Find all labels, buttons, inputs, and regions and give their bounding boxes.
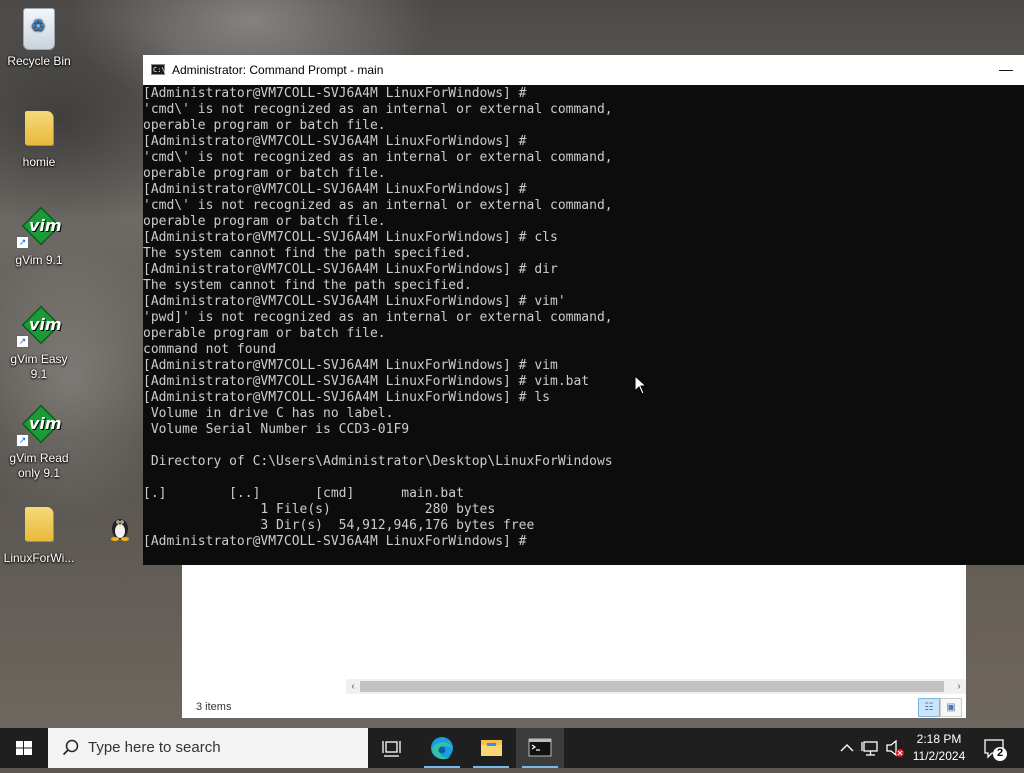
task-view-icon	[382, 741, 401, 757]
desktop-icon-label: LinuxForWi...	[3, 551, 75, 565]
file-explorer-window[interactable]: ‹ › 3 items ☷ ▣	[182, 560, 966, 718]
gvim-icon: vim ↗	[16, 404, 62, 447]
minimize-button[interactable]: —	[988, 55, 1024, 85]
window-title: Administrator: Command Prompt - main	[172, 63, 384, 77]
terminal-line: 'pwd]' is not recognized as an internal …	[143, 310, 613, 325]
terminal-line: 3 Dir(s) 54,912,946,176 bytes free	[143, 518, 535, 533]
tux-penguin-icon[interactable]	[106, 513, 134, 541]
command-prompt-icon: C:\	[151, 64, 166, 75]
folder-icon	[1, 111, 77, 145]
terminal-line: Directory of C:\Users\Administrator\Desk…	[143, 454, 613, 469]
network-icon	[861, 741, 878, 756]
terminal-line: [Administrator@VM7COLL-SVJ6A4M LinuxForW…	[143, 86, 527, 101]
terminal-line: operable program or batch file.	[143, 214, 386, 229]
desktop-icon-homie[interactable]: homie	[1, 111, 77, 170]
search-icon	[62, 739, 80, 762]
terminal-line: operable program or batch file.	[143, 166, 386, 181]
terminal-line: Volume in drive C has no label.	[143, 406, 394, 421]
terminal-line: [Administrator@VM7COLL-SVJ6A4M LinuxForW…	[143, 374, 590, 389]
desktop-icon-recycle-bin[interactable]: Recycle Bin	[1, 8, 77, 69]
edge-icon	[431, 737, 453, 760]
terminal-line: command not found	[143, 342, 277, 357]
folder-icon	[1, 507, 77, 541]
desktop-icon-label: gVim Easy 9.1	[10, 352, 68, 381]
terminal-line: operable program or batch file.	[143, 326, 386, 341]
notification-count-badge: 2	[996, 747, 1004, 759]
show-hidden-icons-button[interactable]	[838, 728, 856, 768]
terminal-line: operable program or batch file.	[143, 118, 386, 133]
window-titlebar[interactable]: C:\ Administrator: Command Prompt - main…	[143, 55, 1024, 85]
scroll-left-icon[interactable]: ‹	[346, 679, 360, 694]
volume-muted-icon	[886, 739, 904, 757]
windows-logo-icon	[16, 741, 32, 755]
terminal-line: [Administrator@VM7COLL-SVJ6A4M LinuxForW…	[143, 182, 527, 197]
terminal-line: The system cannot find the path specifie…	[143, 246, 472, 261]
file-explorer-icon	[481, 740, 502, 756]
scroll-right-icon[interactable]: ›	[952, 679, 966, 694]
terminal-line: [Administrator@VM7COLL-SVJ6A4M LinuxForW…	[143, 230, 558, 245]
terminal-line: 1 File(s) 280 bytes	[143, 502, 496, 517]
action-center-button[interactable]: 2	[978, 728, 1012, 768]
taskbar: Type here to search 2:18 PM 11/2/2024 2	[0, 728, 1024, 768]
terminal-line: [Administrator@VM7COLL-SVJ6A4M LinuxForW…	[143, 134, 527, 149]
details-view-icon[interactable]: ☷	[918, 698, 940, 717]
network-status-button[interactable]	[861, 728, 883, 768]
chevron-up-icon	[840, 744, 854, 752]
terminal-line: [Administrator@VM7COLL-SVJ6A4M LinuxForW…	[143, 262, 558, 277]
gvim-icon: vim ↗	[16, 305, 62, 348]
desktop-icon-label: gVim 9.1	[15, 253, 63, 267]
desktop-icon-linuxforwindows[interactable]: LinuxForWi...	[1, 507, 77, 566]
horizontal-scrollbar[interactable]: ‹ ›	[346, 679, 966, 694]
desktop-icon-label: gVim Read only 9.1	[9, 451, 69, 480]
taskbar-app-edge[interactable]	[418, 728, 466, 768]
taskbar-clock[interactable]: 2:18 PM 11/2/2024	[906, 728, 972, 768]
clock-time: 2:18 PM	[916, 732, 962, 746]
start-button[interactable]	[0, 728, 48, 768]
desktop-icon-label: homie	[22, 155, 56, 169]
taskbar-search-box[interactable]: Type here to search	[48, 728, 368, 768]
taskbar-app-file-explorer[interactable]	[467, 728, 515, 768]
desktop-icon-gvim-readonly[interactable]: vim ↗ gVim Read only 9.1	[1, 404, 77, 481]
terminal-line: Volume Serial Number is CCD3-01F9	[143, 422, 410, 437]
clock-date: 11/2/2024	[912, 749, 966, 763]
volume-button[interactable]	[884, 728, 906, 768]
desktop-icon-gvim-easy[interactable]: vim ↗ gVim Easy 9.1	[1, 305, 77, 382]
terminal-line: 'cmd\' is not recognized as an internal …	[143, 150, 613, 165]
terminal-line: 'cmd\' is not recognized as an internal …	[143, 102, 613, 117]
terminal-line: [.] [..] [cmd] main.bat	[143, 486, 464, 501]
command-prompt-icon	[528, 738, 552, 757]
command-prompt-window[interactable]: C:\ Administrator: Command Prompt - main…	[143, 55, 1024, 565]
item-count: 3 items	[196, 701, 232, 713]
recycle-bin-icon	[1, 8, 77, 50]
terminal-line: 'cmd\' is not recognized as an internal …	[143, 198, 613, 213]
status-bar: 3 items	[182, 696, 966, 718]
terminal-output[interactable]: [Administrator@VM7COLL-SVJ6A4M LinuxForW…	[143, 85, 1024, 550]
desktop-icon-gvim[interactable]: vim ↗ gVim 9.1	[1, 206, 77, 268]
search-placeholder: Type here to search	[88, 739, 221, 756]
terminal-line: [Administrator@VM7COLL-SVJ6A4M LinuxForW…	[143, 534, 527, 549]
terminal-line: The system cannot find the path specifie…	[143, 278, 472, 293]
gvim-icon: vim ↗	[16, 206, 62, 249]
large-icons-view-icon[interactable]: ▣	[940, 698, 962, 717]
terminal-line: [Administrator@VM7COLL-SVJ6A4M LinuxForW…	[143, 294, 566, 309]
desktop-icon-label: Recycle Bin	[7, 54, 71, 68]
taskbar-app-command-prompt[interactable]	[516, 728, 564, 768]
task-view-button[interactable]	[368, 728, 416, 768]
scrollbar-thumb[interactable]	[360, 681, 944, 692]
terminal-line: [Administrator@VM7COLL-SVJ6A4M LinuxForW…	[143, 358, 558, 373]
terminal-line: [Administrator@VM7COLL-SVJ6A4M LinuxForW…	[143, 390, 550, 405]
